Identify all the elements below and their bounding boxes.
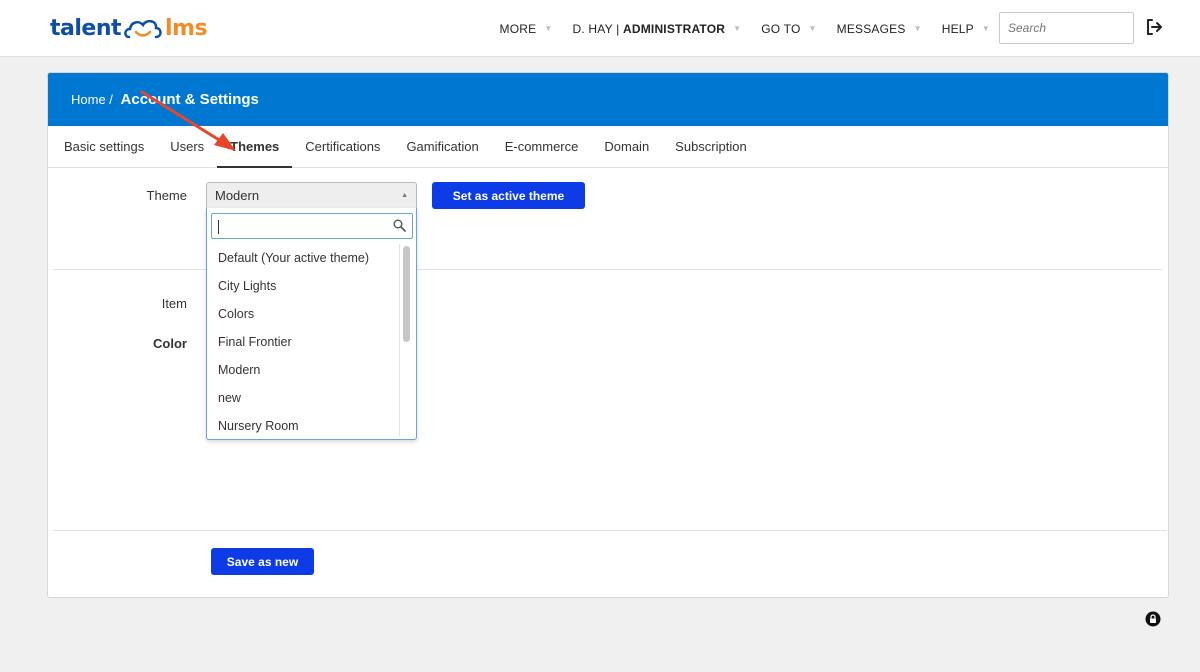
dropdown-option[interactable]: Default (Your active theme) [207, 244, 399, 272]
theme-label: Theme [146, 188, 187, 203]
text-cursor [218, 220, 219, 234]
nav-messages[interactable]: MESSAGES ▼ [827, 22, 932, 36]
logout-icon[interactable] [1144, 17, 1164, 37]
nav-more[interactable]: MORE ▼ [490, 22, 563, 36]
tab-domain[interactable]: Domain [591, 139, 662, 168]
logo-text-lms: lms [165, 15, 208, 41]
tab-users[interactable]: Users [157, 139, 217, 168]
nav-goto-label: GO TO [761, 21, 801, 36]
theme-select-value: Modern [215, 188, 260, 203]
tab-subscription[interactable]: Subscription [662, 139, 760, 168]
footer-divider [53, 530, 1167, 531]
scrollbar-thumb[interactable] [403, 246, 410, 342]
theme-dropdown: Default (Your active theme) City Lights … [206, 208, 417, 440]
dropdown-scrollbar[interactable] [399, 244, 414, 436]
nav-user-role: ADMINISTRATOR [622, 21, 726, 36]
item-label: Item [161, 296, 187, 311]
dropdown-options: Default (Your active theme) City Lights … [207, 244, 399, 440]
cloud-logo-icon [124, 19, 162, 39]
talentlms-logo[interactable]: talent lms [50, 12, 208, 44]
nav-user-menu[interactable]: D. HAY | ADMINISTRATOR ▼ [562, 22, 751, 36]
chevron-down-icon: ▼ [981, 24, 990, 33]
chevron-down-icon: ▼ [733, 24, 742, 33]
tab-certifications[interactable]: Certifications [292, 139, 393, 168]
chevron-down-icon: ▼ [544, 24, 553, 33]
search-icon [393, 219, 406, 232]
caret-up-icon: ▲ [401, 192, 408, 199]
top-navigation: MORE ▼ D. HAY | ADMINISTRATOR ▼ GO TO ▼ … [490, 0, 1000, 57]
dropdown-option[interactable]: Colors [207, 300, 399, 328]
top-bar: talent lms MORE ▼ D. HAY | ADMINISTRATOR… [0, 0, 1200, 57]
nav-help-label: HELP [941, 21, 974, 36]
dropdown-option[interactable]: City Lights [207, 272, 399, 300]
chevron-down-icon: ▼ [808, 24, 817, 33]
settings-tabs: Basic settings Users Themes Certificatio… [48, 126, 1168, 168]
theme-select[interactable]: Modern ▲ [206, 182, 417, 209]
chevron-down-icon: ▼ [913, 24, 922, 33]
nav-goto[interactable]: GO TO ▼ [751, 22, 826, 36]
nav-user-name: D. HAY | [572, 21, 623, 36]
dropdown-option[interactable]: Modern [207, 356, 399, 384]
dropdown-option[interactable]: new [207, 384, 399, 412]
logo-text-talent: talent [50, 15, 122, 41]
breadcrumb: Home / Account & Settings [48, 73, 1168, 126]
tab-themes[interactable]: Themes [217, 139, 293, 168]
search-input[interactable] [999, 12, 1134, 44]
page-title: Account & Settings [120, 91, 259, 108]
tab-gamification[interactable]: Gamification [393, 139, 491, 168]
tab-basic-settings[interactable]: Basic settings [64, 139, 157, 168]
tab-e-commerce[interactable]: E-commerce [492, 139, 592, 168]
nav-messages-label: MESSAGES [836, 21, 906, 36]
nav-help[interactable]: HELP ▼ [932, 22, 1000, 36]
breadcrumb-home[interactable]: Home / [71, 92, 117, 107]
save-as-new-button[interactable]: Save as new [211, 548, 314, 575]
dropdown-search-input[interactable] [211, 213, 413, 239]
lock-icon[interactable] [1145, 611, 1161, 627]
color-label: Color [153, 336, 187, 351]
set-active-theme-button[interactable]: Set as active theme [432, 182, 585, 209]
dropdown-option[interactable]: Nursery Room [207, 412, 399, 440]
dropdown-option[interactable]: Final Frontier [207, 328, 399, 356]
nav-more-label: MORE [499, 21, 537, 36]
